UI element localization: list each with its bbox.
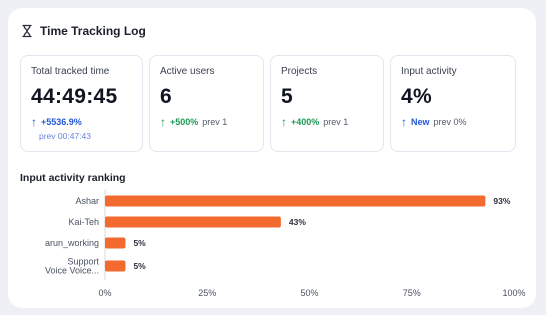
- x-tick-label: 0%: [98, 288, 111, 298]
- category-label: Kai-Teh: [68, 217, 99, 227]
- category-label: Ashar: [75, 196, 99, 206]
- data-label: 5%: [133, 238, 146, 248]
- x-tick-label: 25%: [198, 288, 216, 298]
- bar[interactable]: [105, 237, 126, 249]
- bar[interactable]: [105, 260, 126, 272]
- input-activity-ranking-chart: Ashar 93% Kai-Teh 43% arun_working 5% Support V…: [45, 190, 526, 298]
- category-label: arun_working: [45, 238, 99, 248]
- bar[interactable]: [105, 216, 281, 228]
- bar[interactable]: [105, 195, 486, 207]
- data-label: 43%: [289, 217, 306, 227]
- x-tick-label: 100%: [502, 288, 525, 298]
- data-label: 93%: [493, 196, 510, 206]
- category-label: Support Voice Voice...: [45, 257, 100, 276]
- x-tick-label: 50%: [300, 288, 318, 298]
- data-label: 5%: [133, 261, 146, 271]
- x-tick-label: 75%: [403, 288, 421, 298]
